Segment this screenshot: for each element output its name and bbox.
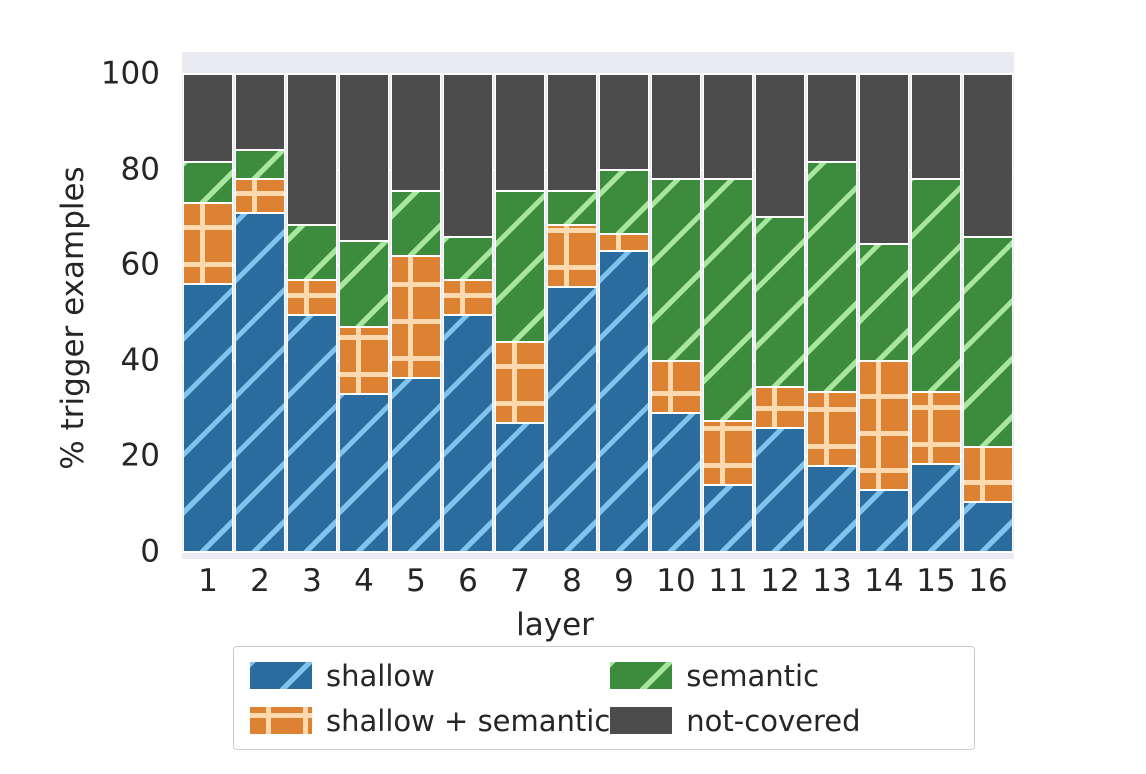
x-axis-label: layer [0, 607, 1146, 643]
x-tick-label-4: 4 [354, 563, 374, 599]
legend: shallow semantic shallow + semantic not-cov… [233, 646, 975, 750]
x-tick-label-11: 11 [708, 563, 748, 599]
legend-item-shallow[interactable]: shallow [250, 659, 610, 693]
x-tick-label-1: 1 [198, 563, 218, 599]
x-tick-label-2: 2 [250, 563, 270, 599]
legend-swatch-icon [610, 662, 673, 689]
x-tick-label-16: 16 [968, 563, 1008, 599]
x-tick-label-14: 14 [864, 563, 904, 599]
x-tick-label-13: 13 [812, 563, 852, 599]
legend-item-shallow-semantic[interactable]: shallow + semantic [250, 704, 610, 738]
x-tick-label-5: 5 [406, 563, 426, 599]
x-tick-label-3: 3 [302, 563, 322, 599]
legend-label: shallow + semantic [326, 703, 611, 738]
legend-item-not-covered[interactable]: not-covered [610, 704, 958, 738]
x-tick-label-15: 15 [916, 563, 956, 599]
x-tick-label-8: 8 [562, 563, 582, 599]
legend-label: not-covered [686, 703, 861, 738]
legend-label: shallow [326, 658, 435, 693]
legend-item-semantic[interactable]: semantic [610, 659, 958, 693]
legend-label: semantic [686, 658, 820, 693]
y-axis-label: % trigger examples [55, 166, 91, 470]
x-tick-label-9: 9 [614, 563, 634, 599]
legend-swatch-icon [250, 707, 312, 734]
figure: 0 20 40 60 80 100 1 2 3 4 5 6 7 8 9 10 11 12 13 14 15 16 lay… [0, 0, 1146, 774]
x-tick-label-10: 10 [656, 563, 696, 599]
legend-swatch-icon [250, 662, 312, 689]
x-axis-label-text: layer [516, 607, 594, 643]
x-tick-label-6: 6 [458, 563, 478, 599]
legend-swatch-icon [610, 707, 673, 734]
x-tick-label-12: 12 [760, 563, 800, 599]
x-tick-label-7: 7 [510, 563, 530, 599]
